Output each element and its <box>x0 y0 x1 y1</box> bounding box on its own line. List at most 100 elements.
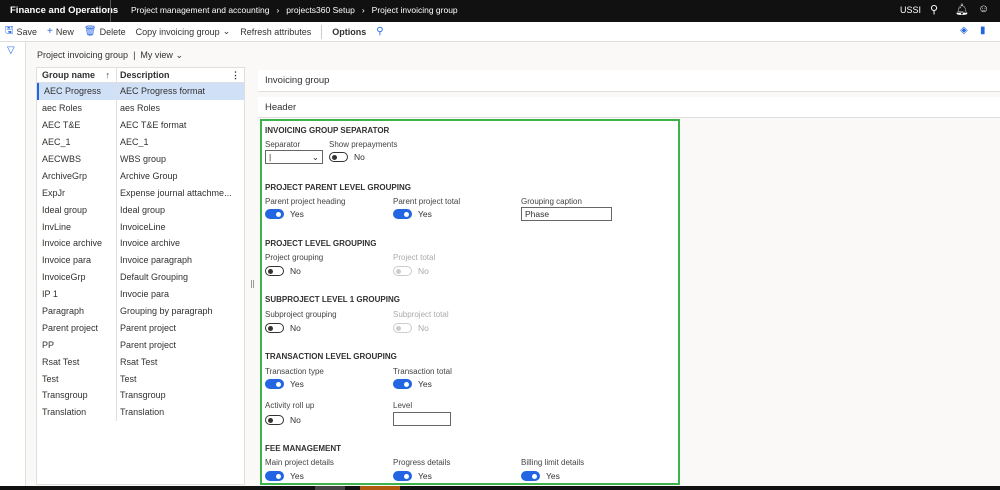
table-row[interactable]: Ideal group Ideal group <box>37 201 244 219</box>
table-row[interactable]: AEC Progress AEC Progress format <box>37 83 244 100</box>
copy-invoicing-group-button[interactable]: Copy invoicing group ⌄ <box>136 26 231 37</box>
filter-icon[interactable]: ▽ <box>7 45 15 56</box>
table-row[interactable]: ArchiveGrp Archive Group <box>37 167 244 185</box>
table-row[interactable]: Translation Translation <box>37 403 244 421</box>
project-total-toggle[interactable]: No <box>393 266 429 276</box>
group-name-cell: Translation <box>37 403 117 421</box>
toggle-switch <box>265 323 284 333</box>
save-button[interactable]: 🖫 Save <box>5 23 37 40</box>
main-project-details-toggle[interactable]: Yes <box>265 471 304 481</box>
company-picker[interactable]: USSI <box>900 5 921 15</box>
table-row[interactable]: Rsat Test Rsat Test <box>37 353 244 371</box>
table-row[interactable]: PP Parent project <box>37 336 244 354</box>
group-name-cell: Test <box>37 370 117 388</box>
group-name-cell: AECWBS <box>37 150 117 168</box>
description-cell: Parent project <box>120 322 177 333</box>
transaction-type-toggle[interactable]: Yes <box>265 379 304 389</box>
new-button[interactable]: + New <box>47 26 74 37</box>
table-row[interactable]: AECWBS WBS group <box>37 150 244 168</box>
transaction-total-toggle[interactable]: Yes <box>393 379 432 389</box>
field-label: Parent project heading <box>265 197 346 206</box>
group-name-cell: Transgroup <box>37 387 117 404</box>
bell-icon[interactable]: 🔔︎ <box>955 3 969 16</box>
search-icon[interactable]: ⚲ <box>930 3 938 16</box>
header-form: INVOICING GROUP SEPARATOR Separator | ⌄ S… <box>260 119 680 485</box>
smiley-icon[interactable]: ☺ <box>978 3 989 15</box>
table-row[interactable]: aec Roles aes Roles <box>37 99 244 117</box>
group-name-cell: Rsat Test <box>37 353 117 371</box>
breadcrumb-item[interactable]: Project invoicing group <box>372 5 458 15</box>
refresh-attributes-button[interactable]: Refresh attributes <box>240 27 311 37</box>
group-name-cell: AEC T&E <box>37 116 117 134</box>
section-heading: PROJECT PARENT LEVEL GROUPING <box>265 183 411 192</box>
progress-details-toggle[interactable]: Yes <box>393 471 432 481</box>
toggle-switch <box>265 415 284 425</box>
field-label: Level <box>393 401 413 410</box>
breadcrumb-item[interactable]: projects360 Setup <box>286 5 355 15</box>
subproject-total-toggle[interactable]: No <box>393 323 429 333</box>
invoicing-group-tab[interactable]: Invoicing group <box>258 70 1000 92</box>
field-label: Parent project total <box>393 197 461 206</box>
more-icon[interactable]: ⋮ <box>231 70 240 81</box>
header-tab[interactable]: Header <box>258 97 1000 118</box>
description-cell: Ideal group <box>120 204 166 215</box>
description-cell: Transgroup <box>120 390 166 401</box>
parent-heading-toggle[interactable]: Yes <box>265 209 304 219</box>
table-row[interactable]: Parent project Parent project <box>37 319 244 337</box>
table-row[interactable]: Paragraph Grouping by paragraph <box>37 302 244 320</box>
left-rail <box>0 42 26 490</box>
table-row[interactable]: AEC T&E AEC T&E format <box>37 116 244 134</box>
table-row[interactable]: IP 1 Invocie para <box>37 285 244 303</box>
toggle-value: Yes <box>546 471 560 481</box>
field-label: Project total <box>393 253 436 262</box>
description-cell: Archive Group <box>120 170 178 181</box>
taskbar-item[interactable] <box>315 486 345 490</box>
breadcrumb-item[interactable]: Project management and accounting <box>131 5 269 15</box>
toggle-switch <box>521 471 540 481</box>
field-label: Separator <box>265 140 301 149</box>
fasttab-title: Invoicing group <box>265 75 330 86</box>
show-prepayments-toggle[interactable]: No <box>329 152 365 162</box>
activity-roll-up-toggle[interactable]: No <box>265 415 301 425</box>
column-header-group-name[interactable]: Group name ↑ <box>37 68 117 82</box>
office-icon[interactable]: ▮ <box>980 25 986 36</box>
taskbar <box>0 486 1000 490</box>
separator-dropdown[interactable]: | ⌄ <box>265 150 323 164</box>
field-label: Progress details <box>393 458 451 467</box>
parent-total-toggle[interactable]: Yes <box>393 209 432 219</box>
billing-limit-details-toggle[interactable]: Yes <box>521 471 560 481</box>
taskbar-item[interactable] <box>360 486 400 490</box>
search-button[interactable]: ⚲ <box>376 26 383 37</box>
toggle-switch <box>393 266 412 276</box>
table-row[interactable]: Invoice archive Invoice archive <box>37 235 244 252</box>
divider <box>110 0 111 22</box>
view-selector[interactable]: My view ⌄ <box>140 50 183 61</box>
table-row[interactable]: Test Test <box>37 370 244 388</box>
toggle-value: No <box>290 323 301 333</box>
level-input[interactable] <box>393 412 451 426</box>
group-name-cell: PP <box>37 336 117 354</box>
table-row[interactable]: Invoice para Invoice paragraph <box>37 251 244 269</box>
toggle-switch <box>329 152 348 162</box>
field-label: Project grouping <box>265 253 324 262</box>
grouping-caption-input[interactable]: Phase <box>521 207 612 221</box>
group-name-cell: Invoice archive <box>37 235 117 252</box>
subproject-grouping-toggle[interactable]: No <box>265 323 301 333</box>
delete-button[interactable]: 🗑︎ Delete <box>84 26 126 37</box>
plus-icon: + <box>47 26 53 37</box>
diamond-icon[interactable]: ◈ <box>960 25 968 36</box>
table-row[interactable]: InvLine InvoiceLine <box>37 218 244 236</box>
project-grouping-toggle[interactable]: No <box>265 266 301 276</box>
table-row[interactable]: Transgroup Transgroup <box>37 387 244 404</box>
separator-value: | <box>269 152 272 162</box>
toggle-value: Yes <box>418 209 432 219</box>
table-row[interactable]: InvoiceGrp Default Grouping <box>37 268 244 286</box>
splitter-handle[interactable] <box>251 280 254 288</box>
options-button[interactable]: Options <box>332 27 366 37</box>
column-header-description[interactable]: Description ⋮ <box>117 70 244 81</box>
table-row[interactable]: ExpJr Expense journal attachme... <box>37 184 244 202</box>
section-heading: FEE MANAGEMENT <box>265 444 341 453</box>
app-title[interactable]: Finance and Operations <box>10 5 118 16</box>
table-row[interactable]: AEC_1 AEC_1 <box>37 133 244 151</box>
field-label: Transaction total <box>393 367 452 376</box>
